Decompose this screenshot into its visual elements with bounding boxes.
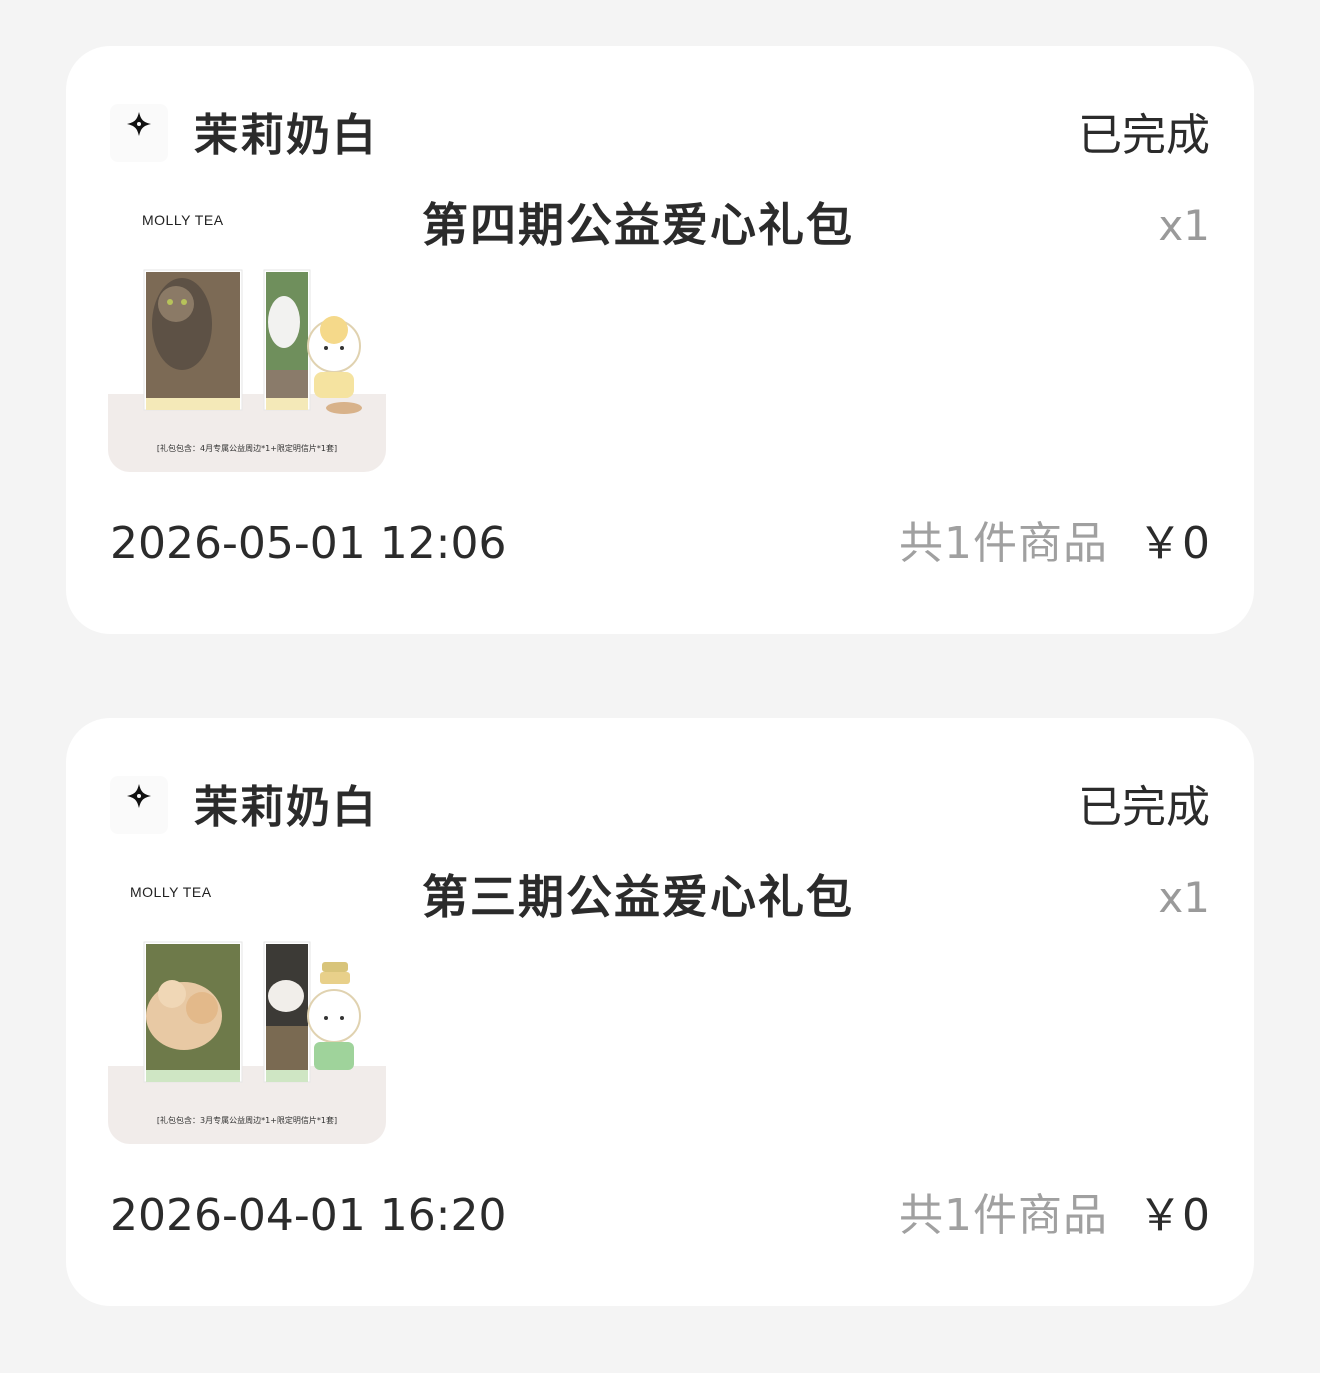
order-status: 已完成 <box>1078 782 1210 833</box>
product-title[interactable]: 第三期公益爱心礼包 <box>422 868 854 926</box>
product-image-caption: [礼包包含：4月专属公益周边*1+限定明信片*1套] <box>156 444 338 453</box>
store-logo-icon <box>110 104 168 162</box>
product-image[interactable]: MOLLY TEA [礼包包含：4月专属公益周边*1+限定明信片*1套] <box>108 194 386 472</box>
product-image-brand: MOLLY TEA <box>130 884 212 900</box>
item-count: 共1件商品 <box>899 518 1108 569</box>
product-quantity: x1 <box>1158 201 1210 250</box>
order-summary: 共1件商品 ￥0 <box>899 516 1210 581</box>
order-status: 已完成 <box>1078 110 1210 161</box>
order-card[interactable]: 茉莉奶白 已完成 MOLLY TEA [礼包包含：3月专属公益周边*1+限定明信… <box>66 718 1254 1306</box>
store-name[interactable]: 茉莉奶白 <box>194 108 378 164</box>
store-name[interactable]: 茉莉奶白 <box>194 780 378 836</box>
product-quantity: x1 <box>1158 873 1210 922</box>
order-time: 2026-05-01 12:06 <box>110 518 507 569</box>
order-summary: 共1件商品 ￥0 <box>899 1188 1210 1253</box>
product-image[interactable]: MOLLY TEA [礼包包含：3月专属公益周边*1+限定明信片*1套] <box>108 866 386 1144</box>
order-card[interactable]: 茉莉奶白 已完成 MOLLY TEA [礼包包含：4月专属公益周边*1+限定明信… <box>66 46 1254 634</box>
store-logo-icon <box>110 776 168 834</box>
order-price: ￥0 <box>1138 1190 1210 1241</box>
product-image-caption: [礼包包含：3月专属公益周边*1+限定明信片*1套] <box>156 1116 338 1125</box>
order-price: ￥0 <box>1138 518 1210 569</box>
product-image-brand: MOLLY TEA <box>142 212 224 228</box>
order-time: 2026-04-01 16:20 <box>110 1190 507 1241</box>
item-count: 共1件商品 <box>899 1190 1108 1241</box>
product-title[interactable]: 第四期公益爱心礼包 <box>422 196 854 254</box>
